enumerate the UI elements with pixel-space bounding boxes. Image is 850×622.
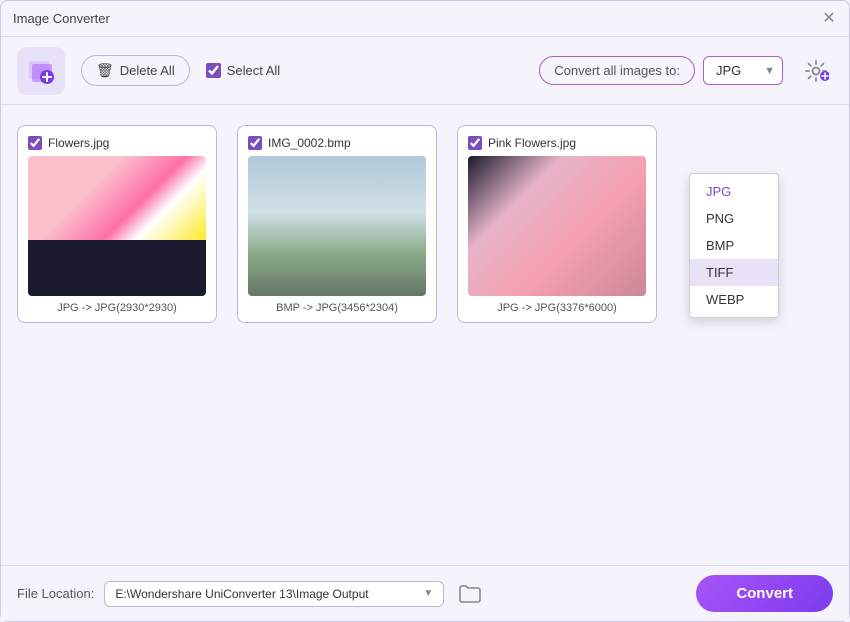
dropdown-item-webp[interactable]: WEBP bbox=[690, 286, 778, 313]
dropdown-item-png[interactable]: PNG bbox=[690, 205, 778, 232]
select-all-text: Select All bbox=[227, 63, 280, 78]
delete-all-button[interactable]: 🗑 Delete All bbox=[81, 55, 190, 86]
dropdown-item-jpg[interactable]: JPG bbox=[690, 178, 778, 205]
image-caption: JPG -> JPG(3376*6000) bbox=[468, 302, 646, 314]
select-all-checkbox[interactable] bbox=[206, 63, 221, 78]
file-location-label: File Location: bbox=[17, 586, 94, 601]
image-caption: JPG -> JPG(2930*2930) bbox=[28, 302, 206, 314]
trash-icon: 🗑 bbox=[96, 62, 114, 79]
card-header: Pink Flowers.jpg bbox=[468, 136, 646, 150]
image-card: Pink Flowers.jpg JPG -> JPG(3376*6000) bbox=[457, 125, 657, 323]
dropdown-item-bmp[interactable]: BMP bbox=[690, 232, 778, 259]
image-caption: BMP -> JPG(3456*2304) bbox=[248, 302, 426, 314]
image-checkbox[interactable] bbox=[28, 136, 42, 150]
image-filename: Pink Flowers.jpg bbox=[488, 136, 576, 150]
file-path-selector[interactable]: E:\Wondershare UniConverter 13\Image Out… bbox=[104, 581, 444, 607]
card-header: Flowers.jpg bbox=[28, 136, 206, 150]
image-filename: Flowers.jpg bbox=[48, 136, 109, 150]
image-card: IMG_0002.bmp BMP -> JPG(3456*2304) bbox=[237, 125, 437, 323]
dropdown-item-tiff[interactable]: TIFF bbox=[690, 259, 778, 286]
window-title: Image Converter bbox=[13, 11, 110, 26]
add-image-button[interactable] bbox=[17, 47, 65, 95]
footer: File Location: E:\Wondershare UniConvert… bbox=[1, 565, 849, 621]
format-select[interactable]: JPG PNG BMP TIFF WEBP bbox=[703, 56, 783, 85]
delete-all-label: Delete All bbox=[120, 63, 175, 78]
convert-all-label: Convert all images to: bbox=[539, 56, 695, 85]
title-bar: Image Converter ✕ bbox=[1, 1, 849, 37]
toolbar: 🗑 Delete All Select All Convert all imag… bbox=[1, 37, 849, 105]
image-thumbnail bbox=[468, 156, 646, 296]
card-header: IMG_0002.bmp bbox=[248, 136, 426, 150]
image-thumbnail bbox=[248, 156, 426, 296]
image-card: Flowers.jpg JPG -> JPG(2930*2930) bbox=[17, 125, 217, 323]
image-checkbox[interactable] bbox=[248, 136, 262, 150]
convert-all-area: Convert all images to: JPG PNG BMP TIFF … bbox=[539, 56, 783, 85]
close-button[interactable]: ✕ bbox=[821, 11, 837, 27]
format-dropdown: JPG PNG BMP TIFF WEBP bbox=[689, 173, 779, 318]
settings-button[interactable] bbox=[799, 54, 833, 88]
image-checkbox[interactable] bbox=[468, 136, 482, 150]
convert-button[interactable]: Convert bbox=[696, 575, 833, 612]
format-select-wrapper: JPG PNG BMP TIFF WEBP ▼ bbox=[703, 56, 783, 85]
select-all-label[interactable]: Select All bbox=[206, 63, 280, 78]
main-content: Flowers.jpg JPG -> JPG(2930*2930) IMG_00… bbox=[1, 105, 849, 565]
file-path-text: E:\Wondershare UniConverter 13\Image Out… bbox=[115, 587, 368, 601]
app-window: Image Converter ✕ 🗑 Delete All Select Al… bbox=[0, 0, 850, 622]
image-filename: IMG_0002.bmp bbox=[268, 136, 351, 150]
chevron-down-icon: ▼ bbox=[423, 588, 433, 599]
folder-button[interactable] bbox=[454, 578, 486, 610]
image-thumbnail bbox=[28, 156, 206, 296]
